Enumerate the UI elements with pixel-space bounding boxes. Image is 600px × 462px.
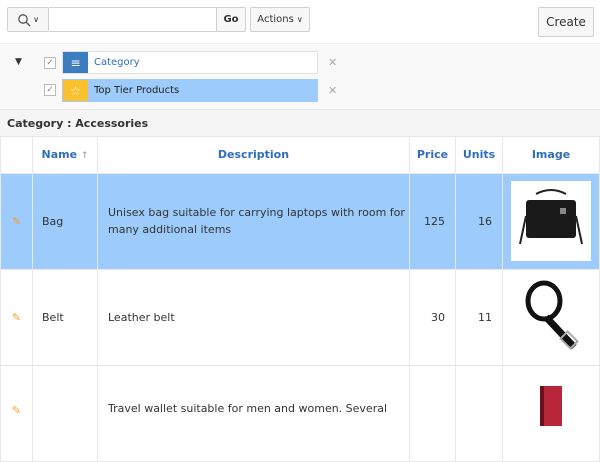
cell-name: Bag (32, 173, 98, 270)
edit-pencil-icon[interactable]: ✎ (12, 311, 21, 324)
go-button[interactable]: Go (216, 7, 246, 32)
filter-label: Category (94, 57, 140, 68)
filter-checkbox-top-tier[interactable]: ✓ (44, 84, 56, 96)
filter-top-tier[interactable]: ☆ Top Tier Products (62, 79, 318, 102)
table-row[interactable]: ✎ Belt Leather belt 30 11 (0, 269, 600, 366)
column-header-units[interactable]: Units (455, 137, 503, 174)
filter-checkbox-category[interactable]: ✓ (44, 57, 56, 69)
column-header-description[interactable]: Description (97, 137, 410, 174)
search-input[interactable] (49, 7, 217, 32)
cell-units: 16 (455, 173, 503, 270)
report-table: Name ↑ Description Price Units Image ✎ B… (0, 137, 600, 462)
cell-units: 11 (455, 269, 503, 366)
remove-filter-icon[interactable]: ✕ (328, 56, 337, 69)
product-image-bag (511, 181, 591, 261)
actions-label: Actions (257, 14, 294, 25)
column-header-price[interactable]: Price (409, 137, 456, 174)
cell-units (455, 365, 503, 462)
column-header-image[interactable]: Image (502, 137, 600, 174)
star-icon: ☆ (63, 80, 88, 101)
toolbar: ∨ Go Actions ∨ Create (0, 0, 600, 44)
edit-pencil-icon[interactable]: ✎ (12, 404, 21, 417)
cell-description: Leather belt (97, 269, 410, 366)
cell-description: Unisex bag suitable for carrying laptops… (97, 173, 410, 270)
chevron-down-icon: ∨ (33, 15, 39, 24)
search-icon (18, 13, 31, 26)
search-column-button[interactable]: ∨ (7, 7, 49, 32)
column-header-name[interactable]: Name ↑ (32, 137, 98, 174)
edit-pencil-icon[interactable]: ✎ (12, 215, 21, 228)
cell-price: 30 (409, 269, 456, 366)
cell-name: Belt (32, 269, 98, 366)
sort-ascending-icon: ↑ (80, 151, 89, 162)
table-row[interactable]: ✎ Travel wallet suitable for men and wom… (0, 365, 600, 462)
remove-filter-icon[interactable]: ✕ (328, 84, 337, 97)
filter-category[interactable]: ≡ Category (62, 51, 318, 74)
group-break-header: Category : Accessories (0, 110, 600, 137)
header-row: Name ↑ Description Price Units Image (0, 137, 600, 174)
filter-label: Top Tier Products (94, 85, 180, 96)
filter-region: ▼ ✓ ≡ Category ✕ ✓ ☆ Top Tier Products ✕ (0, 44, 600, 110)
product-image-wallet (511, 365, 591, 446)
cell-name (32, 365, 98, 462)
chevron-down-icon: ∨ (296, 15, 303, 24)
create-button[interactable]: Create (538, 7, 594, 37)
table-row[interactable]: ✎ Bag Unisex bag suitable for carrying l… (0, 173, 600, 270)
cell-description: Travel wallet suitable for men and women… (97, 365, 410, 462)
edit-column-header (0, 137, 33, 174)
cell-price (409, 365, 456, 462)
collapse-toggle-icon[interactable]: ▼ (15, 57, 22, 67)
list-icon: ≡ (63, 52, 88, 73)
actions-button[interactable]: Actions ∨ (250, 7, 310, 32)
product-image-belt (511, 277, 591, 357)
cell-price: 125 (409, 173, 456, 270)
